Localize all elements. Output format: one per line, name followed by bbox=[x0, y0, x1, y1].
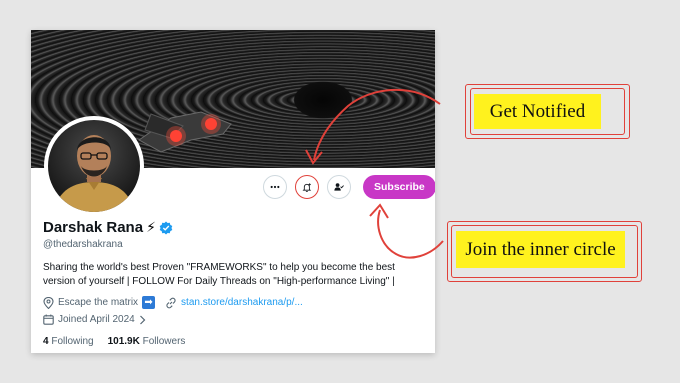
profile-handle: @thedarshakrana bbox=[43, 239, 123, 250]
more-options-button[interactable] bbox=[263, 175, 287, 199]
subscribe-button[interactable]: Subscribe bbox=[363, 175, 435, 199]
join-callout: Join the inner circle bbox=[456, 231, 625, 268]
get-notified-callout: Get Notified bbox=[474, 94, 601, 129]
location-item: Escape the matrix ➡ bbox=[43, 296, 156, 309]
spaceship-image bbox=[138, 111, 232, 153]
chevron-right-icon bbox=[139, 315, 146, 324]
joined-text: Joined April 2024 bbox=[58, 314, 135, 325]
user-check-icon bbox=[334, 183, 344, 191]
bell-plus-icon bbox=[302, 182, 312, 192]
verified-badge-icon[interactable] bbox=[159, 221, 173, 235]
calendar-icon bbox=[43, 314, 54, 325]
website-link[interactable]: stan.store/darshakrana/p/... bbox=[181, 297, 303, 308]
lightning-emoji: ⚡ bbox=[146, 219, 156, 235]
notify-button[interactable] bbox=[295, 175, 319, 199]
arrow-emoji: ➡ bbox=[142, 296, 156, 309]
avatar[interactable] bbox=[44, 116, 144, 216]
website-item[interactable]: stan.store/darshakrana/p/... bbox=[165, 297, 303, 309]
profile-bio: Sharing the world's best Proven "FRAMEWO… bbox=[43, 262, 395, 287]
profile-card: Subscribe Darshak Rana ⚡ @thedarshakrana… bbox=[31, 30, 435, 353]
following-button[interactable] bbox=[327, 175, 351, 199]
location-text: Escape the matrix bbox=[58, 297, 139, 308]
location-pin-icon bbox=[43, 296, 54, 309]
followers-stat[interactable]: 101.9K Followers bbox=[108, 336, 186, 347]
following-stat[interactable]: 4 Following bbox=[43, 336, 94, 347]
profile-name: Darshak Rana bbox=[43, 219, 144, 236]
link-icon bbox=[166, 297, 176, 308]
more-icon bbox=[270, 185, 280, 189]
joined-item[interactable]: Joined April 2024 bbox=[43, 314, 146, 325]
avatar-photo bbox=[54, 135, 134, 212]
